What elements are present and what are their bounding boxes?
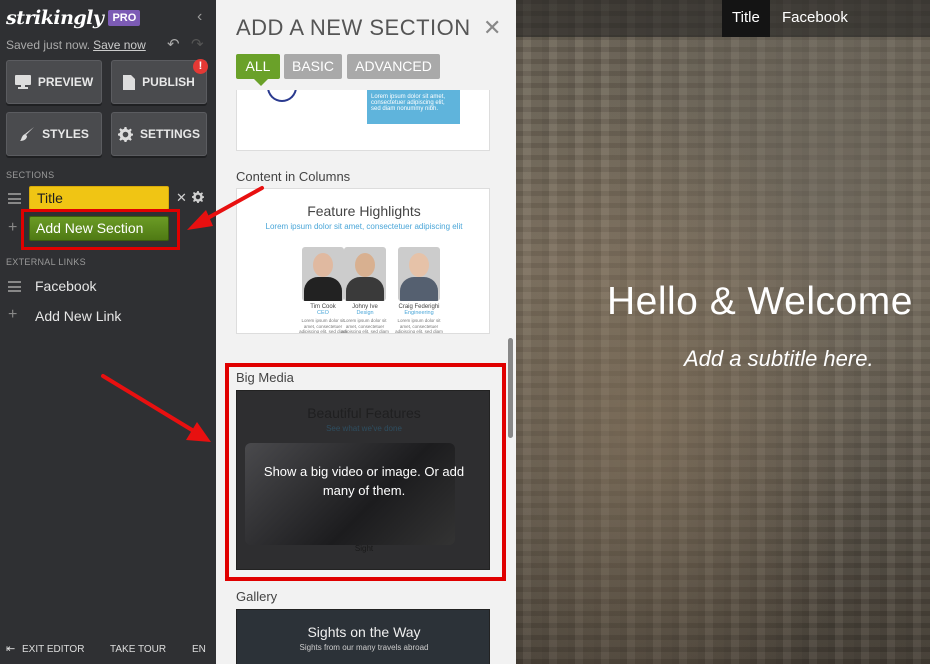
arrow-to-add-section xyxy=(187,186,264,230)
arrow-to-big-media xyxy=(101,374,211,442)
annotation-arrows xyxy=(101,186,264,442)
